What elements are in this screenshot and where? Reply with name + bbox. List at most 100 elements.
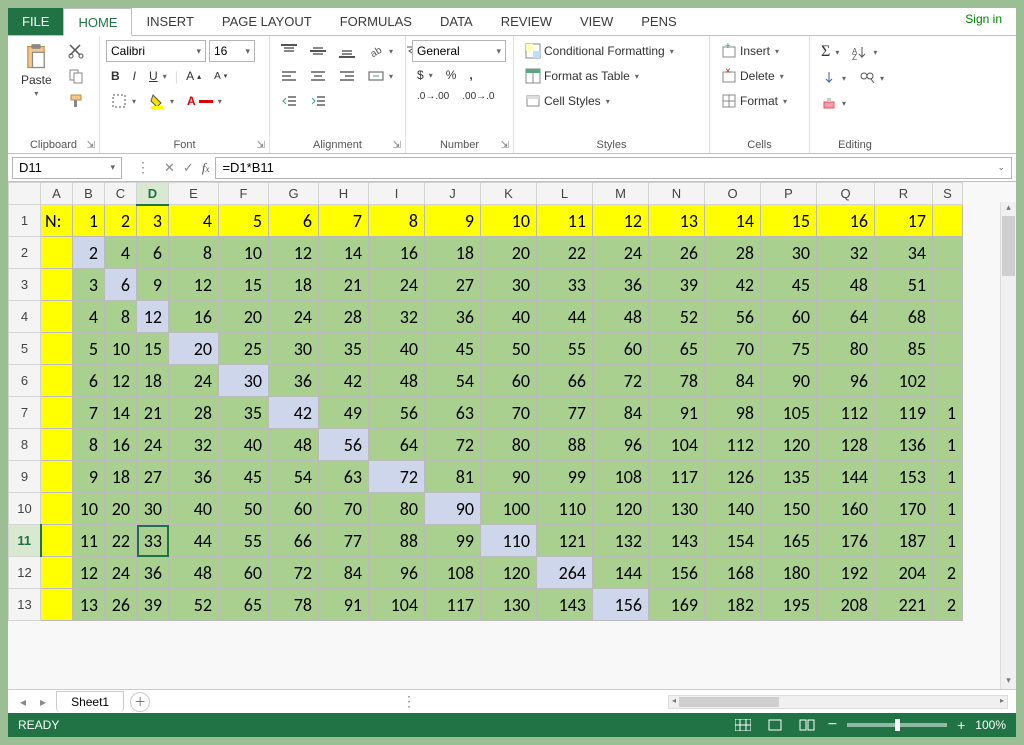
cell[interactable] (41, 237, 73, 269)
format-painter-button[interactable] (63, 90, 89, 112)
cell[interactable]: 2 (73, 237, 105, 269)
cell[interactable]: 1 (933, 461, 963, 493)
cell[interactable]: 18 (105, 461, 137, 493)
cell[interactable]: 84 (319, 557, 369, 589)
cell[interactable]: 132 (593, 525, 649, 557)
cell[interactable]: 40 (369, 333, 425, 365)
cell[interactable]: 22 (105, 525, 137, 557)
cell[interactable]: 1 (933, 397, 963, 429)
cell[interactable]: 50 (219, 493, 269, 525)
cell[interactable]: 170 (875, 493, 933, 525)
cell[interactable] (41, 525, 73, 557)
cell[interactable]: 24 (593, 237, 649, 269)
cell[interactable]: 16 (369, 237, 425, 269)
cell[interactable]: 42 (319, 365, 369, 397)
cell[interactable] (41, 333, 73, 365)
cell[interactable]: 56 (369, 397, 425, 429)
cell[interactable]: 21 (319, 269, 369, 301)
cell[interactable]: 9 (137, 269, 169, 301)
decrease-indent-button[interactable] (276, 90, 302, 112)
cell[interactable]: 168 (705, 557, 761, 589)
tab-formulas[interactable]: FORMULAS (326, 8, 426, 35)
cell[interactable]: 48 (593, 301, 649, 333)
increase-indent-button[interactable] (305, 90, 331, 112)
cell[interactable]: 21 (137, 397, 169, 429)
cell[interactable]: 264 (537, 557, 593, 589)
cell[interactable]: 10 (219, 237, 269, 269)
cell[interactable]: 36 (269, 365, 319, 397)
cell[interactable]: 1 (933, 525, 963, 557)
cell[interactable] (41, 269, 73, 301)
increase-decimal-button[interactable]: .0→.00 (412, 88, 454, 105)
cell[interactable]: 60 (219, 557, 269, 589)
cell[interactable]: 13 (73, 589, 105, 621)
cell[interactable]: 143 (537, 589, 593, 621)
cell[interactable]: 12 (105, 365, 137, 397)
cell[interactable]: 100 (481, 493, 537, 525)
cell-styles-button[interactable]: Cell Styles (520, 90, 703, 112)
tab-nav-prev[interactable]: ◂ (16, 695, 30, 709)
cell[interactable]: N: (41, 205, 73, 237)
row-header-11[interactable]: 11 (9, 525, 41, 557)
cell[interactable]: 11 (537, 205, 593, 237)
vertical-scrollbar[interactable]: ▴ ▾ (1000, 202, 1016, 689)
cell[interactable]: 16 (169, 301, 219, 333)
cell[interactable]: 45 (761, 269, 817, 301)
cell[interactable]: 102 (875, 365, 933, 397)
cell[interactable]: 140 (705, 493, 761, 525)
cell[interactable]: 7 (73, 397, 105, 429)
cell[interactable]: 35 (319, 333, 369, 365)
col-header-N[interactable]: N (649, 183, 705, 205)
cell[interactable] (41, 365, 73, 397)
sheet-tab-1[interactable]: Sheet1 (56, 691, 124, 712)
cell[interactable]: 81 (425, 461, 481, 493)
col-header-F[interactable]: F (219, 183, 269, 205)
cell[interactable]: 30 (269, 333, 319, 365)
cell[interactable]: 144 (817, 461, 875, 493)
cell[interactable]: 33 (137, 525, 169, 557)
cell[interactable]: 8 (73, 429, 105, 461)
cell[interactable]: 112 (817, 397, 875, 429)
cell[interactable] (933, 301, 963, 333)
cell[interactable]: 187 (875, 525, 933, 557)
cell[interactable]: 75 (761, 333, 817, 365)
name-box[interactable]: D11▾ (12, 157, 122, 179)
cell[interactable]: 5 (219, 205, 269, 237)
row-header-2[interactable]: 2 (9, 237, 41, 269)
cell[interactable]: 15 (761, 205, 817, 237)
col-header-O[interactable]: O (705, 183, 761, 205)
cell[interactable]: 112 (705, 429, 761, 461)
cell[interactable]: 80 (481, 429, 537, 461)
cell[interactable]: 72 (425, 429, 481, 461)
cell[interactable]: 9 (425, 205, 481, 237)
cell[interactable]: 10 (73, 493, 105, 525)
cell[interactable]: 15 (137, 333, 169, 365)
cell[interactable]: 208 (817, 589, 875, 621)
tab-insert[interactable]: INSERT (132, 8, 207, 35)
cell[interactable]: 13 (649, 205, 705, 237)
cancel-formula-icon[interactable]: ✕ (164, 160, 175, 176)
zoom-level[interactable]: 100% (975, 718, 1006, 732)
page-layout-view-button[interactable] (764, 717, 786, 733)
merge-button[interactable] (363, 65, 398, 87)
cell[interactable]: 120 (593, 493, 649, 525)
cell[interactable]: 30 (761, 237, 817, 269)
cell[interactable] (933, 237, 963, 269)
cell[interactable]: 80 (369, 493, 425, 525)
italic-button[interactable]: I (128, 66, 141, 86)
cell[interactable]: 77 (319, 525, 369, 557)
cell[interactable]: 110 (537, 493, 593, 525)
cell[interactable]: 39 (137, 589, 169, 621)
cell[interactable] (41, 589, 73, 621)
cell[interactable]: 105 (761, 397, 817, 429)
cell[interactable]: 84 (593, 397, 649, 429)
cell[interactable]: 88 (537, 429, 593, 461)
cell[interactable]: 108 (425, 557, 481, 589)
cell[interactable]: 48 (169, 557, 219, 589)
cell[interactable]: 24 (169, 365, 219, 397)
cell[interactable]: 32 (369, 301, 425, 333)
cell[interactable]: 14 (105, 397, 137, 429)
normal-view-button[interactable] (732, 717, 754, 733)
cell[interactable]: 12 (269, 237, 319, 269)
cell[interactable] (41, 429, 73, 461)
